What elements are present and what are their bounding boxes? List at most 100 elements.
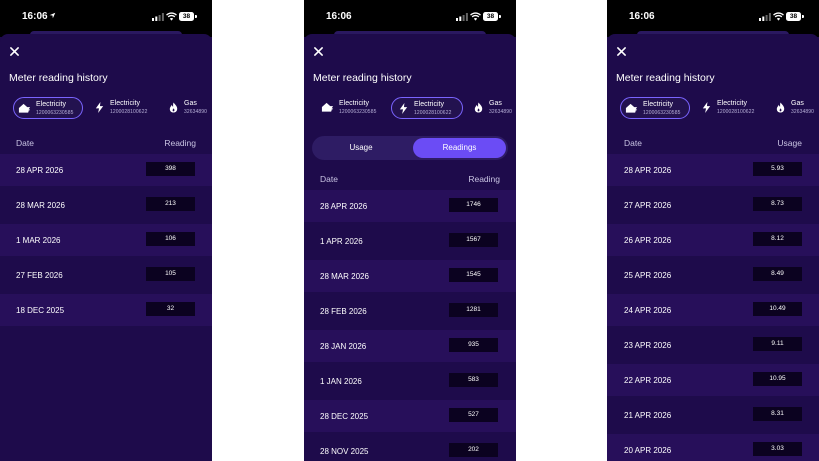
table-row: 27 APR 2026 8.73 xyxy=(607,189,819,221)
location-arrow-icon xyxy=(49,12,56,19)
row-value: 935 xyxy=(449,338,498,352)
chip-number: 1200063230585 xyxy=(339,109,377,115)
row-value: 8.73 xyxy=(753,197,802,211)
chip-number: 1200063230585 xyxy=(643,110,681,116)
row-date: 28 JAN 2026 xyxy=(320,342,367,351)
row-value: 1746 xyxy=(449,198,498,212)
meter-chip-gas[interactable]: Gas 32634890 xyxy=(467,97,516,119)
row-date: 1 APR 2026 xyxy=(320,237,363,246)
table-row: 26 APR 2026 8.12 xyxy=(607,224,819,256)
chip-number: 32634890 xyxy=(184,109,208,115)
close-icon[interactable] xyxy=(617,47,626,56)
table-row: 25 APR 2026 8.49 xyxy=(607,259,819,291)
status-time: 16:06 xyxy=(326,11,352,22)
row-date: 20 APR 2026 xyxy=(624,446,672,455)
column-header-date: Date xyxy=(16,138,34,148)
cellular-signal-icon xyxy=(456,13,468,21)
row-value: 1567 xyxy=(449,233,498,247)
chip-label: Gas xyxy=(489,100,502,107)
close-icon[interactable] xyxy=(10,47,19,56)
row-date: 28 MAR 2026 xyxy=(16,201,65,210)
phone-screen-1: 16:06 38 Meter reading history Electrici… xyxy=(0,0,212,461)
chip-label: Electricity xyxy=(339,100,369,107)
row-value: 8.12 xyxy=(753,232,802,246)
meter-chip-electricity-1[interactable]: Electricity 1200063230585 xyxy=(13,97,83,119)
battery-icon: 38 xyxy=(786,12,801,21)
row-value: 10.95 xyxy=(753,372,802,386)
lightning-bolt-icon xyxy=(399,103,408,114)
phone-screen-3: 16:06 38 Meter reading history Electrici… xyxy=(607,0,819,461)
chip-label: Gas xyxy=(791,100,804,107)
table-row: 28 APR 2026 398 xyxy=(0,154,212,186)
row-date: 23 APR 2026 xyxy=(624,341,672,350)
table-row: 28 FEB 2026 1281 xyxy=(304,295,516,327)
row-date: 28 MAR 2026 xyxy=(320,272,369,281)
table-row: 27 FEB 2026 105 xyxy=(0,259,212,291)
meter-chip-electricity-2[interactable]: Electricity 1200028100622 xyxy=(391,97,463,119)
meter-chip-gas[interactable]: Gas 32634890 xyxy=(162,97,212,119)
table-row: 28 NOV 2025 202 xyxy=(304,435,516,461)
row-date: 28 APR 2026 xyxy=(320,202,368,211)
close-icon[interactable] xyxy=(314,47,323,56)
meter-chip-electricity-1[interactable]: Electricity 1200063230585 xyxy=(620,97,690,119)
home-electricity-icon xyxy=(18,103,31,113)
chip-label: Electricity xyxy=(110,100,140,107)
row-date: 24 APR 2026 xyxy=(624,306,672,315)
page-title: Meter reading history xyxy=(313,72,412,84)
tab-readings[interactable]: Readings xyxy=(413,138,506,158)
battery-tip xyxy=(802,15,804,18)
meter-chip-gas[interactable]: Gas 32634890 xyxy=(769,97,819,119)
battery-icon: 38 xyxy=(179,12,194,21)
page-title: Meter reading history xyxy=(9,72,108,84)
row-value: 8.31 xyxy=(753,407,802,421)
chip-number: 1200028100622 xyxy=(414,110,452,116)
home-electricity-icon xyxy=(625,103,638,113)
table-row: 28 MAR 2026 1545 xyxy=(304,260,516,292)
meter-chip-electricity-2[interactable]: Electricity 1200028100622 xyxy=(88,97,160,119)
chip-label: Electricity xyxy=(643,101,673,108)
chip-number: 32634890 xyxy=(791,109,815,115)
flame-icon xyxy=(169,102,178,113)
page-title: Meter reading history xyxy=(616,72,715,84)
chip-number: 1200028100622 xyxy=(110,109,148,115)
table-row: 1 MAR 2026 106 xyxy=(0,224,212,256)
chip-number: 1200063230585 xyxy=(36,110,74,116)
row-date: 28 DEC 2025 xyxy=(320,412,369,421)
meter-chip-electricity-2[interactable]: Electricity 1200028100622 xyxy=(695,97,767,119)
wifi-icon xyxy=(773,12,784,21)
row-value: 202 xyxy=(449,443,498,457)
row-value: 5.93 xyxy=(753,162,802,176)
row-value: 9.11 xyxy=(753,337,802,351)
row-value: 1545 xyxy=(449,268,498,282)
table-row: 1 JAN 2026 583 xyxy=(304,365,516,397)
table-row: 24 APR 2026 10.49 xyxy=(607,294,819,326)
row-value: 3.03 xyxy=(753,442,802,456)
column-header-reading: Reading xyxy=(468,174,500,184)
phone-screen-2: 16:06 38 Meter reading history Electrici… xyxy=(304,0,516,461)
row-date: 1 MAR 2026 xyxy=(16,236,61,245)
row-date: 27 APR 2026 xyxy=(624,201,672,210)
meter-chip-electricity-1[interactable]: Electricity 1200063230585 xyxy=(317,97,389,119)
row-value: 8.49 xyxy=(753,267,802,281)
chip-label: Gas xyxy=(184,100,197,107)
cellular-signal-icon xyxy=(152,13,164,21)
row-value: 106 xyxy=(146,232,195,246)
row-value: 583 xyxy=(449,373,498,387)
tab-usage[interactable]: Usage xyxy=(315,138,407,158)
table-row: 21 APR 2026 8.31 xyxy=(607,399,819,431)
table-row: 23 APR 2026 9.11 xyxy=(607,329,819,361)
row-date: 22 APR 2026 xyxy=(624,376,672,385)
column-header-reading: Reading xyxy=(164,138,196,148)
table-row: 28 APR 2026 1746 xyxy=(304,190,516,222)
row-date: 21 APR 2026 xyxy=(624,411,672,420)
chip-label: Electricity xyxy=(36,101,66,108)
table-row: 20 APR 2026 3.03 xyxy=(607,434,819,461)
chip-number: 32634890 xyxy=(489,109,513,115)
wifi-icon xyxy=(470,12,481,21)
flame-icon xyxy=(474,102,483,113)
lightning-bolt-icon xyxy=(95,102,104,113)
table-row: 28 JAN 2026 935 xyxy=(304,330,516,362)
usage-readings-toggle: Usage Readings xyxy=(312,136,508,160)
table-row: 28 DEC 2025 527 xyxy=(304,400,516,432)
column-header-date: Date xyxy=(624,138,642,148)
